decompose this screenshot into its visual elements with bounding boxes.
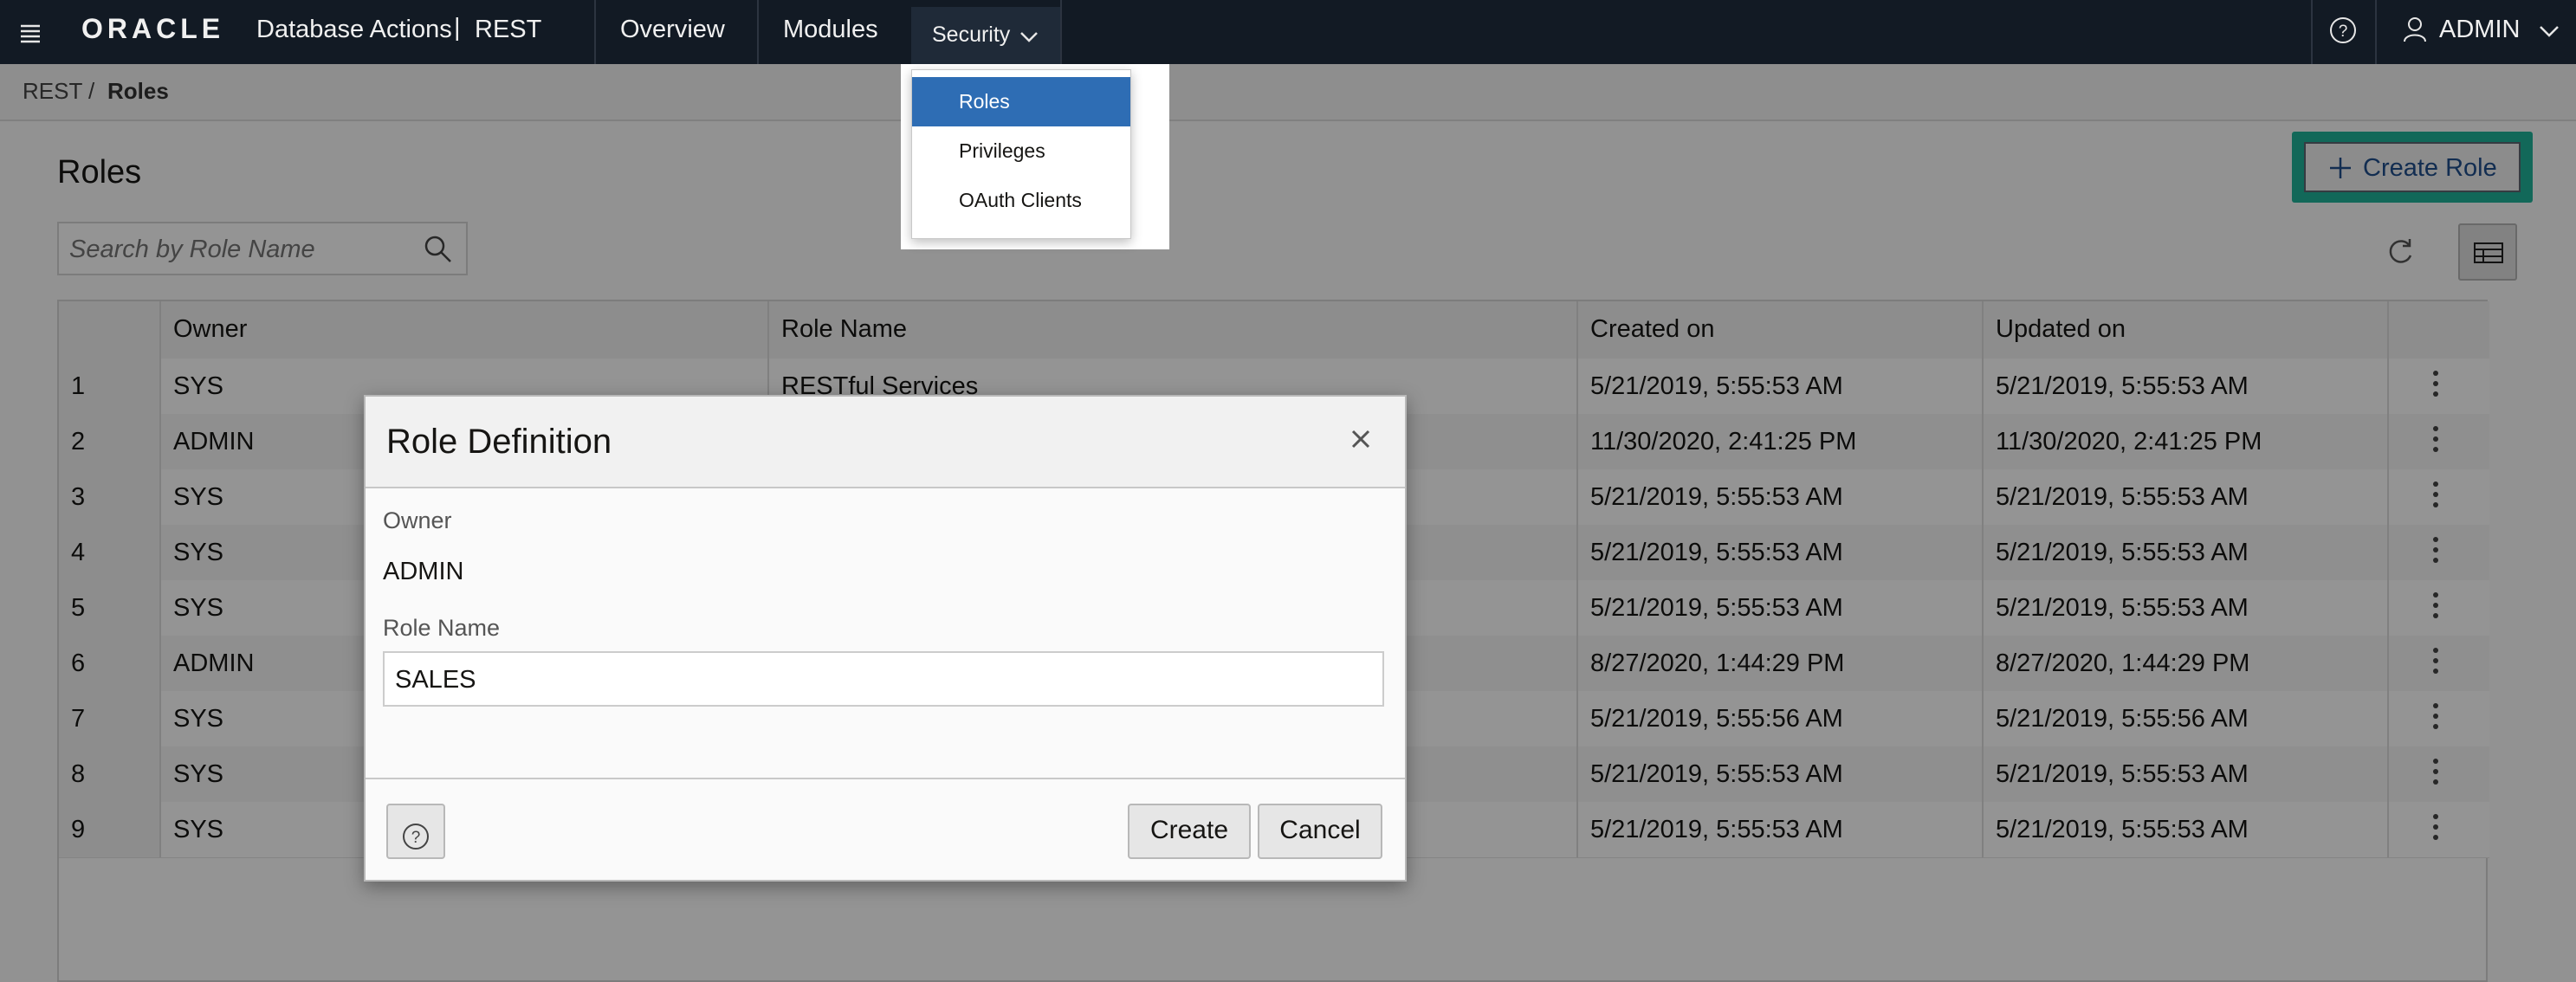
owner-label: Owner xyxy=(383,507,452,533)
top-navigation-bar: ORACLE Database Actions | REST Overview … xyxy=(0,0,2576,64)
hamburger-icon[interactable] xyxy=(19,19,42,45)
dialog-help-button[interactable]: ? xyxy=(386,804,445,859)
menu-item-roles[interactable]: Roles xyxy=(912,77,1130,126)
chevron-down-icon xyxy=(1019,28,1039,49)
nav-security-label: Security xyxy=(932,23,1011,47)
title-separator: | xyxy=(454,14,461,42)
cancel-button[interactable]: Cancel xyxy=(1258,804,1382,859)
help-icon[interactable]: ? xyxy=(2328,16,2358,49)
user-icon xyxy=(2403,16,2427,48)
oracle-logo: ORACLE xyxy=(81,13,225,44)
menu-item-oauth-clients[interactable]: OAuth Clients xyxy=(912,176,1130,225)
menu-item-privileges[interactable]: Privileges xyxy=(912,126,1130,176)
security-menu: Roles Privileges OAuth Clients xyxy=(911,69,1131,239)
dialog-header: Role Definition xyxy=(366,397,1405,488)
dialog-footer xyxy=(366,778,1405,779)
nav-overview[interactable]: Overview xyxy=(620,16,725,44)
dialog-title: Role Definition xyxy=(386,423,612,461)
role-name-input[interactable]: SALES xyxy=(383,651,1384,707)
user-menu[interactable]: ADMIN xyxy=(2387,0,2576,64)
help-icon: ? xyxy=(401,818,430,869)
svg-text:?: ? xyxy=(2339,23,2348,41)
close-icon[interactable] xyxy=(1348,426,1374,456)
app-name: Database Actions xyxy=(256,16,452,43)
owner-value: ADMIN xyxy=(383,558,464,585)
svg-text:?: ? xyxy=(411,829,421,847)
user-name: ADMIN xyxy=(2439,16,2521,43)
role-name-value: SALES xyxy=(395,666,476,694)
nav-security[interactable]: Security xyxy=(911,7,1060,64)
create-button[interactable]: Create xyxy=(1128,804,1251,859)
section-name: REST xyxy=(475,16,542,43)
nav-modules[interactable]: Modules xyxy=(783,16,878,44)
chevron-down-icon xyxy=(2538,23,2560,44)
role-name-label: Role Name xyxy=(383,615,501,641)
role-definition-dialog: Role Definition Owner ADMIN Role Name SA… xyxy=(364,395,1407,882)
